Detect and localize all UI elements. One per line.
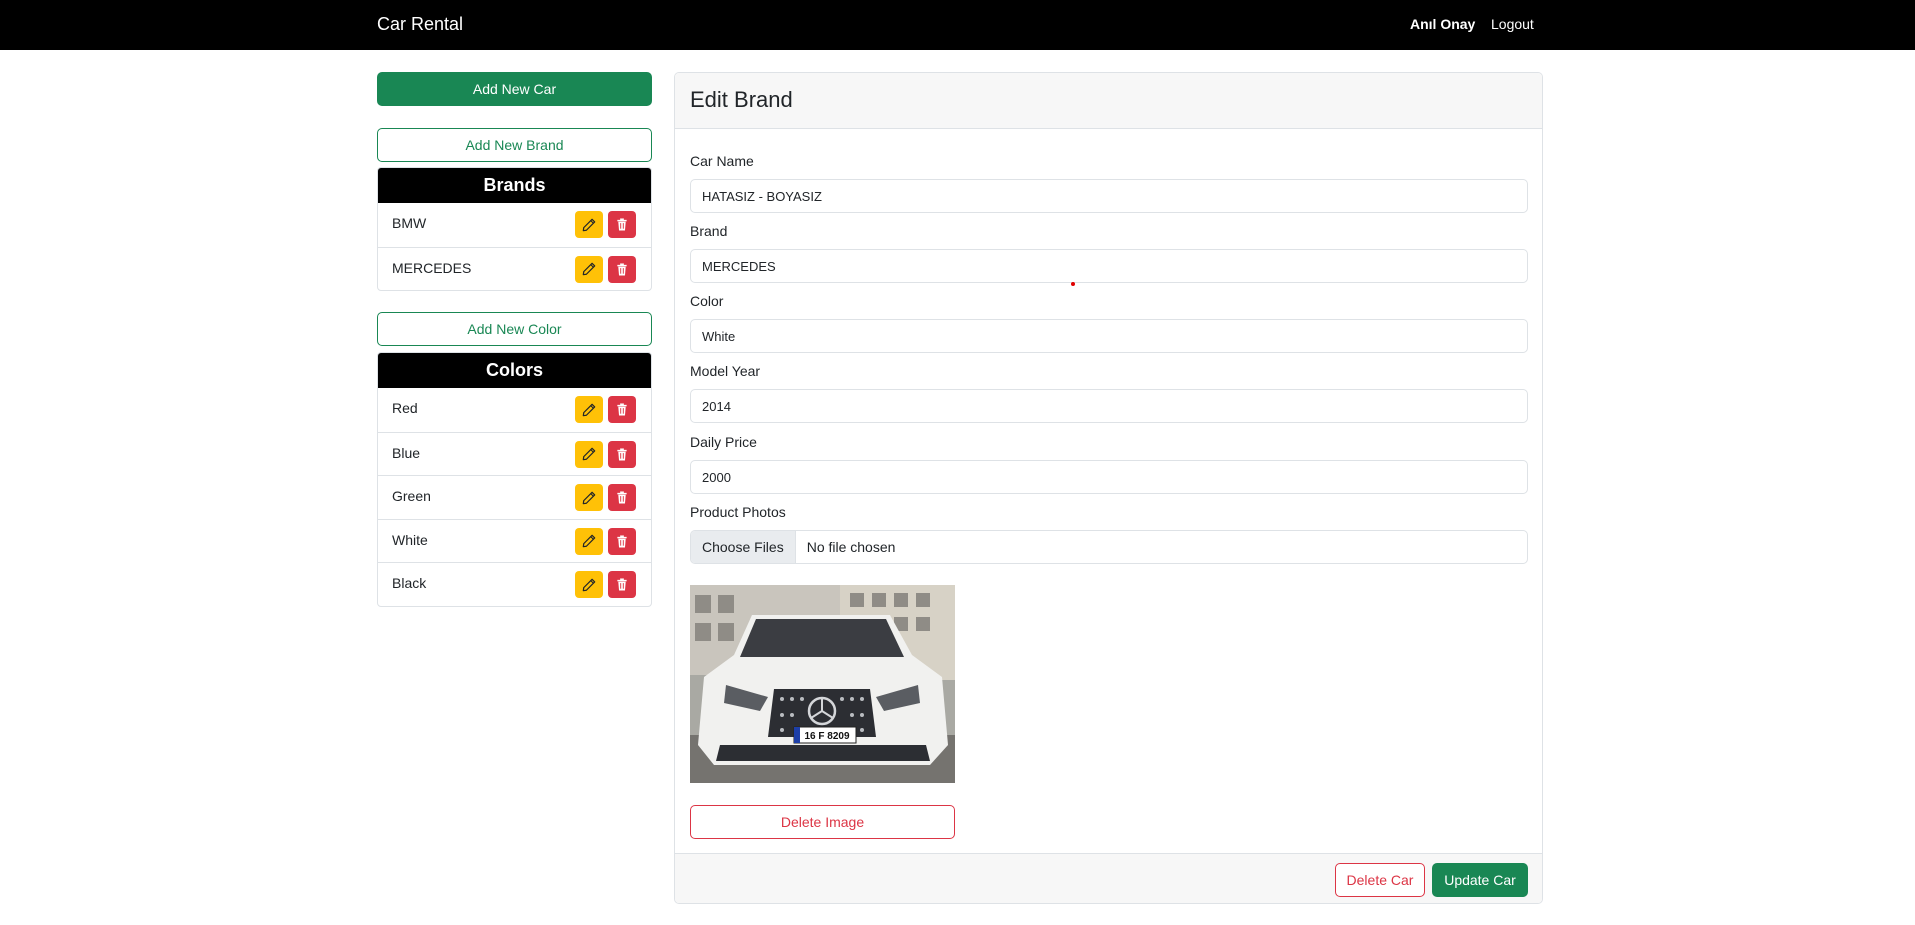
brands-title: Brands — [378, 168, 651, 203]
cursor-dot — [1071, 282, 1075, 286]
delete-color-button[interactable] — [608, 440, 636, 468]
app-title[interactable]: Car Rental — [377, 14, 463, 35]
color-row-red: Red — [378, 388, 651, 432]
edit-color-button[interactable] — [575, 571, 603, 598]
brand-row-mercedes: MERCEDES — [378, 246, 651, 291]
color-row-white: White — [378, 518, 651, 563]
model-year-input[interactable]: 2014 — [690, 389, 1528, 423]
pencil-icon — [582, 578, 596, 591]
color-name: Black — [392, 575, 427, 591]
color-row-blue: Blue — [378, 431, 651, 476]
edit-brand-card: Edit Brand Car Name HATASIZ - BOYASIZ Br… — [674, 72, 1543, 904]
delete-color-button[interactable] — [608, 527, 636, 555]
colors-list: Colors Red Blue Green White Black — [377, 352, 652, 607]
edit-color-button[interactable] — [575, 484, 603, 511]
trash-icon — [617, 262, 627, 276]
car-name-input[interactable]: HATASIZ - BOYASIZ — [690, 179, 1528, 213]
edit-brand-button[interactable] — [575, 255, 603, 283]
edit-color-button[interactable] — [575, 440, 603, 468]
color-name: White — [392, 531, 428, 548]
pencil-icon — [582, 534, 596, 548]
pencil-icon — [582, 403, 596, 416]
logout-link[interactable]: Logout — [1491, 16, 1534, 32]
car-name-label: Car Name — [690, 153, 754, 169]
color-row-black: Black — [378, 562, 651, 606]
model-year-label: Model Year — [690, 363, 761, 379]
trash-icon — [617, 534, 627, 548]
brands-list: Brands BMW MERCEDES — [377, 167, 652, 291]
choose-files-button[interactable]: Choose Files — [691, 531, 796, 563]
add-new-color-button[interactable]: Add New Color — [377, 312, 652, 346]
edit-color-button[interactable] — [575, 396, 603, 423]
page-title: Edit Brand — [690, 87, 793, 112]
delete-brand-button[interactable] — [608, 255, 636, 283]
pencil-icon — [582, 447, 596, 461]
trash-icon — [617, 447, 627, 461]
color-name: Green — [392, 488, 431, 504]
pencil-icon — [582, 262, 596, 276]
user-name[interactable]: Anıl Onay — [1410, 16, 1475, 32]
daily-price-input[interactable]: 2000 — [690, 460, 1528, 494]
add-new-car-button[interactable]: Add New Car — [377, 72, 652, 106]
color-row-green: Green — [378, 475, 651, 519]
top-navbar: Car Rental Anıl Onay Logout — [0, 0, 1915, 50]
daily-price-label: Daily Price — [690, 434, 757, 450]
delete-image-button[interactable]: Delete Image — [690, 805, 955, 839]
pencil-icon — [582, 491, 596, 504]
brand-input[interactable]: MERCEDES — [690, 249, 1528, 283]
card-footer: Delete Car Update Car — [675, 853, 1542, 903]
trash-icon — [617, 403, 627, 416]
edit-color-button[interactable] — [575, 527, 603, 555]
license-plate-text: 16 F 8209 — [804, 731, 849, 742]
delete-car-button[interactable]: Delete Car — [1335, 863, 1425, 897]
color-input[interactable]: White — [690, 319, 1528, 353]
product-photos-label: Product Photos — [690, 504, 786, 520]
trash-icon — [617, 218, 627, 231]
delete-color-button[interactable] — [608, 484, 636, 511]
trash-icon — [617, 491, 627, 504]
color-name: Red — [392, 400, 418, 416]
brand-name: MERCEDES — [392, 259, 472, 276]
product-photos-input[interactable]: Choose Files No file chosen — [690, 530, 1528, 564]
file-status-text: No file chosen — [806, 539, 896, 555]
brand-row-bmw: BMW — [378, 203, 651, 247]
colors-title: Colors — [378, 353, 651, 388]
pencil-icon — [582, 218, 596, 231]
card-header: Edit Brand — [675, 73, 1542, 129]
brand-label: Brand — [690, 223, 728, 239]
color-name: Blue — [392, 444, 421, 461]
delete-color-button[interactable] — [608, 396, 636, 423]
edit-brand-button[interactable] — [575, 211, 603, 238]
update-car-button[interactable]: Update Car — [1432, 863, 1528, 897]
delete-color-button[interactable] — [608, 571, 636, 598]
trash-icon — [617, 578, 627, 591]
brand-name: BMW — [392, 215, 427, 231]
color-label: Color — [690, 293, 724, 309]
car-photo: 16 F 8209 — [690, 585, 955, 783]
delete-brand-button[interactable] — [608, 211, 636, 238]
add-new-brand-button[interactable]: Add New Brand — [377, 128, 652, 162]
